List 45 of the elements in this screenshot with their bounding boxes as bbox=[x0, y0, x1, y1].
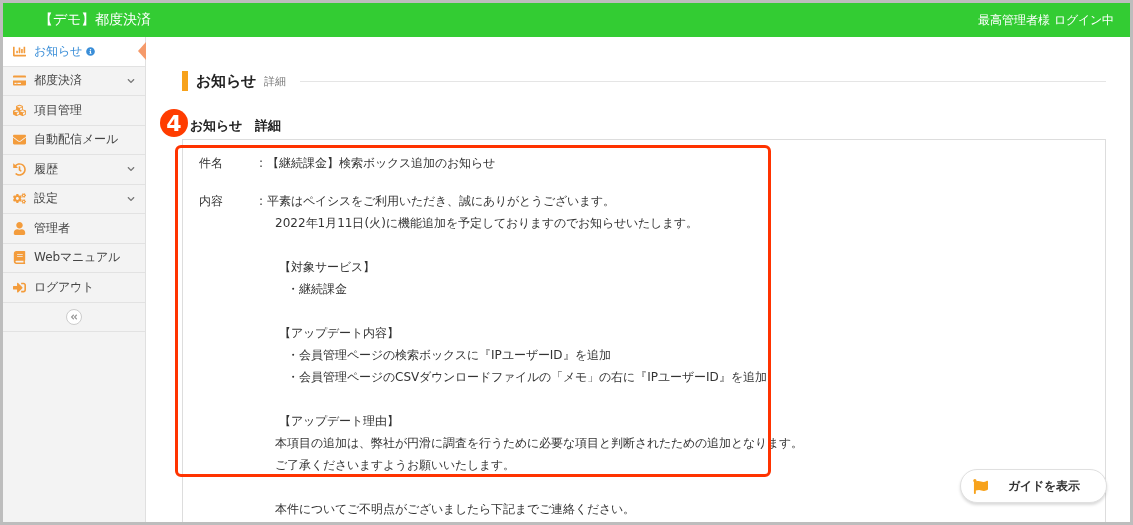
field-text: 2022年1月11日(火)に機能追加を予定しておりますのでお知らせいたします。 bbox=[274, 215, 699, 232]
field-text: ・会員管理ページの検索ボックスに『IPユーザーID』を追加 bbox=[286, 347, 612, 364]
title-marker bbox=[182, 71, 188, 91]
field-text: 【継続課金】検索ボックス追加のお知らせ bbox=[267, 155, 496, 172]
field-text: 【アップデート内容】 bbox=[278, 325, 401, 342]
field-label: 件名 bbox=[199, 155, 224, 172]
item-label: 設定 bbox=[34, 190, 58, 208]
field-text: ・継続課金 bbox=[286, 281, 349, 298]
item-label: お知らせ bbox=[34, 42, 82, 60]
item-label: 履歴 bbox=[34, 160, 58, 178]
step-number: 4 bbox=[160, 109, 188, 137]
item-label: ログアウト bbox=[34, 278, 94, 296]
cubes-icon bbox=[13, 103, 26, 117]
history-icon bbox=[13, 162, 26, 176]
colon: : bbox=[259, 193, 265, 210]
section-heading: お知らせ 詳細 bbox=[190, 117, 281, 135]
sidebar-item[interactable]: お知らせ bbox=[3, 37, 145, 67]
collapse-button[interactable] bbox=[66, 308, 82, 325]
book-icon bbox=[13, 251, 26, 265]
item-label: 都度決済 bbox=[34, 72, 82, 90]
item-label: 管理者 bbox=[34, 219, 70, 237]
field-text: ご了承くださいますようお願いいたします。 bbox=[274, 457, 517, 474]
page-subtitle: 詳細 bbox=[264, 73, 286, 89]
card-icon bbox=[13, 74, 26, 88]
field-text: 【対象サービス】 bbox=[278, 259, 377, 276]
field-text: 本件についてご不明点がございましたら下記までご連絡ください。 bbox=[274, 501, 637, 518]
item-label: Webマニュアル bbox=[34, 249, 121, 267]
field-text: ・会員管理ページのCSVダウンロードファイルの「メモ」の右に『IPユーザーID』を追加 bbox=[286, 369, 768, 386]
login-status: 最高管理者様 ログイン中 bbox=[978, 11, 1114, 29]
app-title: 【デモ】都度決済 bbox=[39, 11, 151, 29]
chart-icon bbox=[13, 44, 26, 58]
page-title: お知らせ bbox=[196, 71, 256, 91]
guide-button[interactable]: ガイドを表示 bbox=[960, 469, 1107, 503]
collapse-icon bbox=[70, 312, 78, 321]
colon: : bbox=[259, 155, 265, 172]
item-label: 自動配信メール bbox=[34, 131, 118, 149]
envelope-icon bbox=[13, 133, 26, 147]
field-label: 内容 bbox=[199, 193, 224, 210]
logout-icon bbox=[13, 280, 26, 294]
gears-icon bbox=[13, 192, 26, 206]
user-icon bbox=[13, 221, 26, 235]
field-text: 平素はペイシスをご利用いただき、誠にありがとうございます。 bbox=[267, 193, 617, 210]
flag-icon bbox=[973, 478, 988, 494]
item-label: 項目管理 bbox=[34, 101, 82, 119]
field-text: 【アップデート理由】 bbox=[278, 413, 401, 430]
